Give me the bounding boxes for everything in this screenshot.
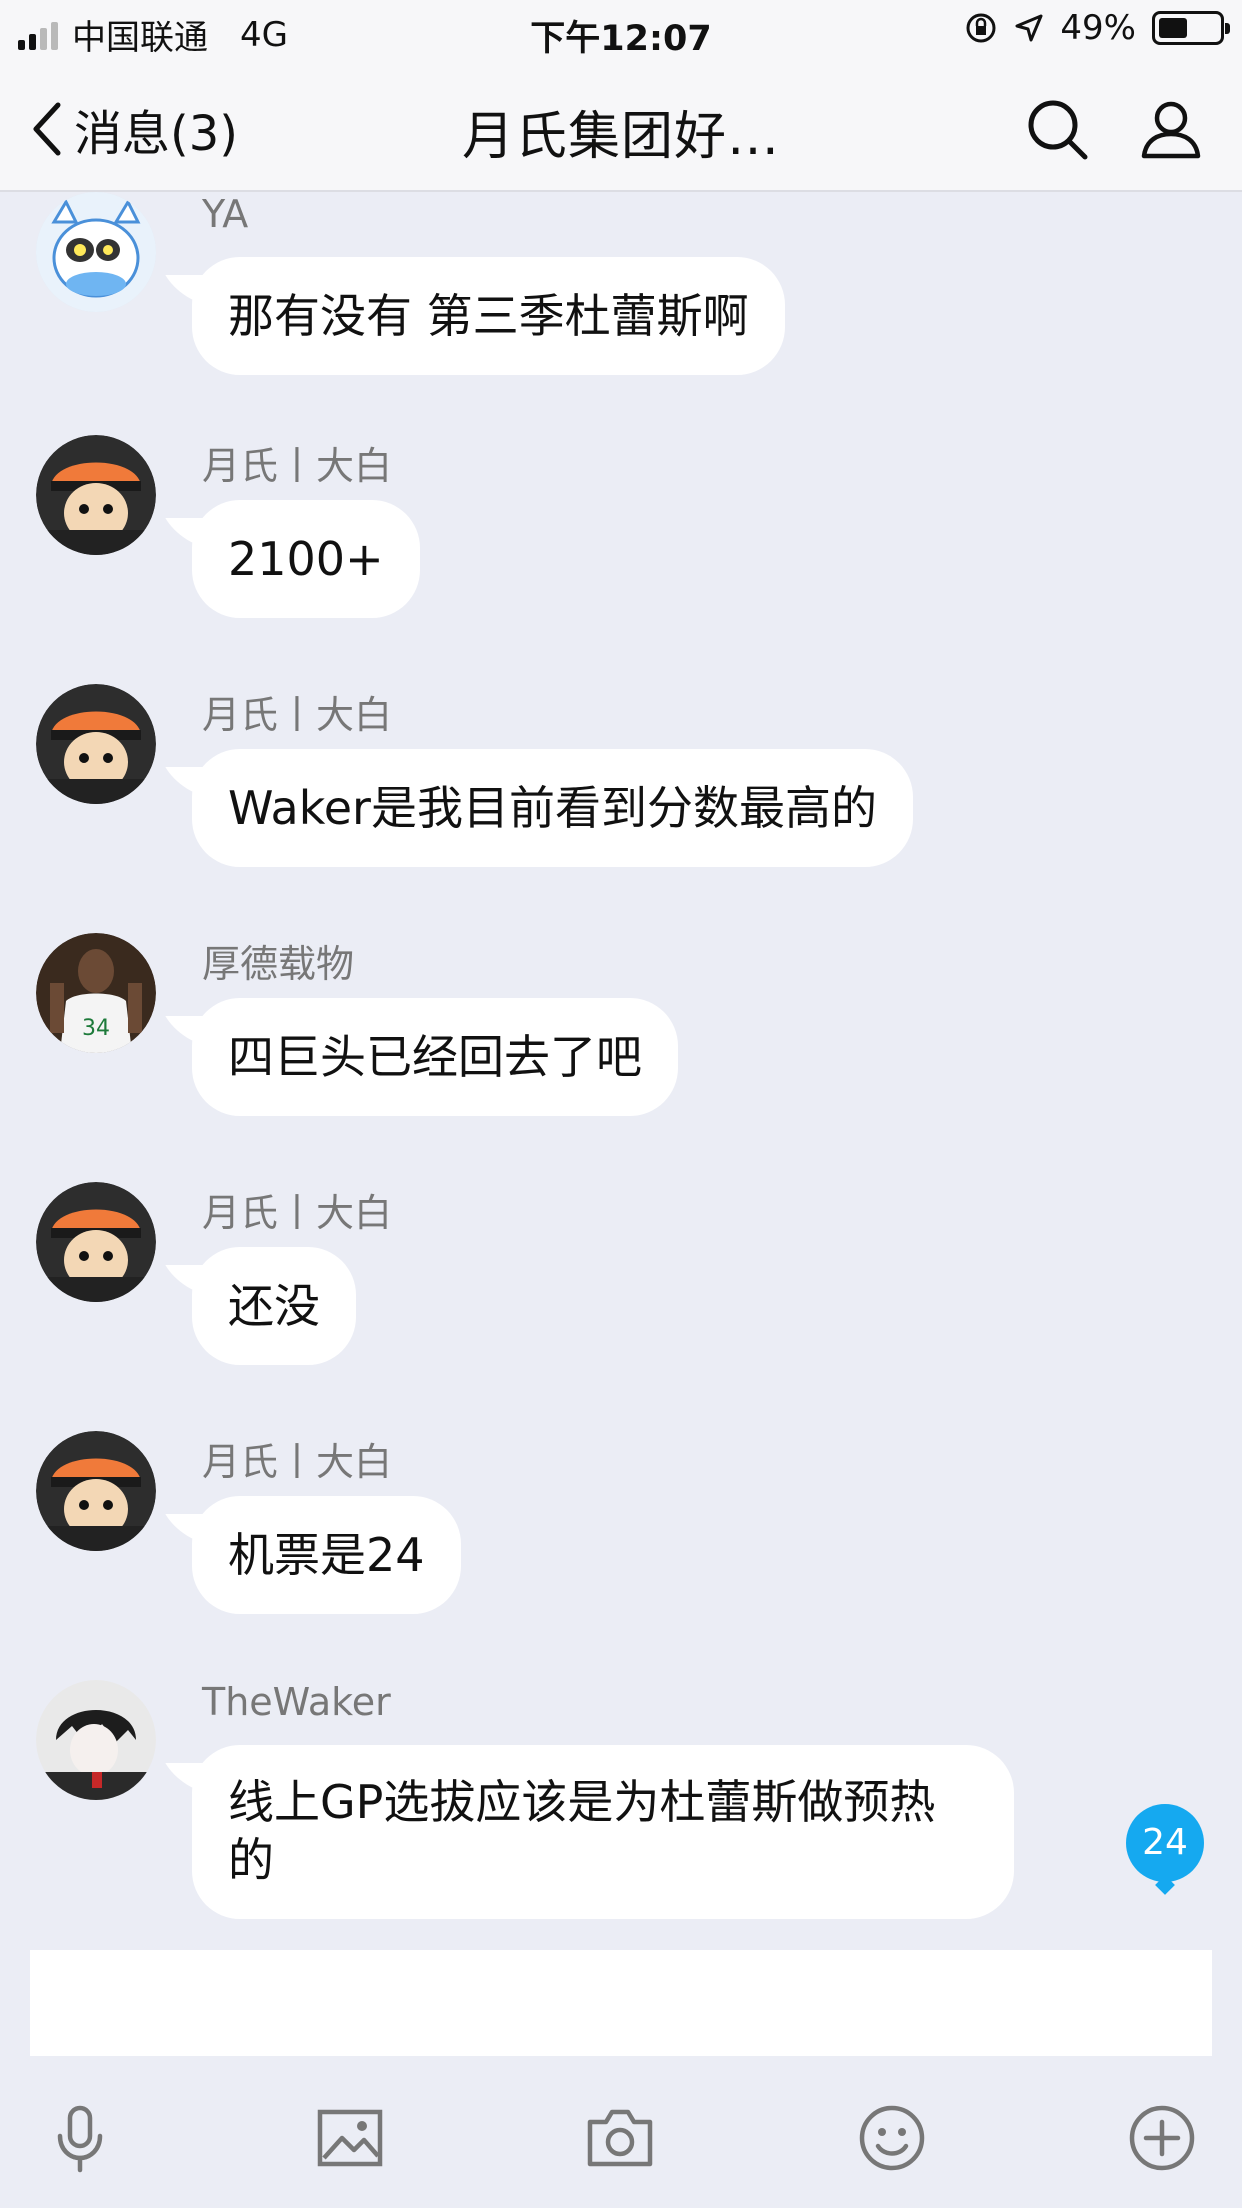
message-bubble[interactable]: 机票是24 [192,1496,461,1614]
avatar[interactable] [36,1431,156,1551]
sender-name: 厚德载物 [202,942,355,986]
cartoon-orange-hat-avatar-icon [36,435,156,555]
avatar[interactable] [36,1680,156,1800]
sender-name: 月氏丨大白 [202,693,393,737]
cartoon-cat-avatar-icon [36,192,156,312]
emoji-icon[interactable] [856,2102,928,2174]
camera-icon[interactable] [584,2102,656,2174]
avatar[interactable] [36,1182,156,1302]
sender-name: 月氏丨大白 [202,1440,393,1484]
message-bubble[interactable]: 线上GP选拔应该是为杜蕾斯做预热 的 [192,1745,1014,1919]
image-icon[interactable] [314,2102,386,2174]
person-icon[interactable] [1138,96,1204,162]
message-bubble[interactable]: Waker是我目前看到分数最高的 [192,749,913,867]
sender-name: 月氏丨大白 [202,444,393,488]
avatar[interactable]: 34 [36,933,156,1053]
battery-percent: 49% [1060,8,1136,48]
cartoon-orange-hat-avatar-icon [36,1431,156,1551]
status-right: 49% [964,8,1230,48]
cartoon-orange-hat-avatar-icon [36,1182,156,1302]
location-icon [1015,14,1043,42]
message-bubble[interactable]: 2100+ [192,500,420,618]
unread-count-badge[interactable]: 24 [1126,1804,1204,1882]
message-input-field[interactable] [30,1950,1212,2056]
basketball-player-avatar-icon: 34 [36,933,156,1053]
battery-icon [1152,11,1230,45]
avatar[interactable] [36,684,156,804]
message-bubble[interactable]: 那有没有 第三季杜蕾斯啊 [192,257,785,375]
svg-text:34: 34 [82,1016,110,1041]
battery-fill [1159,18,1188,38]
plus-icon[interactable] [1126,2102,1198,2174]
sender-name: YA [202,192,249,236]
message-text-line: 线上GP选拔应该是为杜蕾斯做预热 [228,1775,936,1829]
input-toolbar [0,2056,1242,2208]
avatar[interactable] [36,435,156,555]
message-bubble[interactable]: 四巨头已经回去了吧 [192,998,678,1116]
message-bubble[interactable]: 还没 [192,1247,356,1365]
anime-boy-avatar-icon [36,1680,156,1800]
sender-name: TheWaker [202,1680,391,1724]
microphone-icon[interactable] [44,2102,116,2174]
sender-name: 月氏丨大白 [202,1191,393,1235]
avatar[interactable] [36,192,156,312]
message-text-line: 的 [228,1833,274,1887]
message-input[interactable] [30,1950,1212,2056]
orientation-lock-icon [966,13,996,43]
cartoon-orange-hat-avatar-icon [36,684,156,804]
nav-bar: 消息(3) 月氏集团好… [0,62,1242,192]
status-bar: 中国联通 4G 下午12:07 49% [0,0,1242,62]
chat-list[interactable]: YA 那有没有 第三季杜蕾斯啊 月氏丨大白 2100+ 月氏丨大白 Waker是… [0,192,1242,1942]
search-icon[interactable] [1024,96,1090,162]
